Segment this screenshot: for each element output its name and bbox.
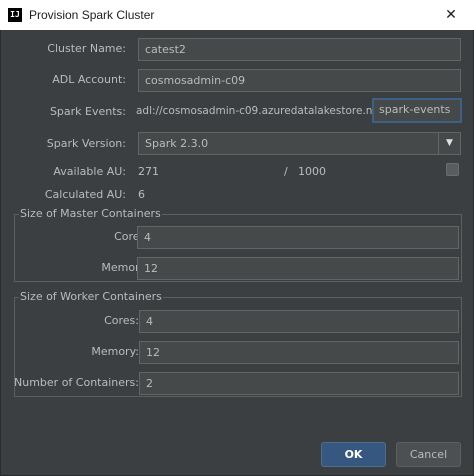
available-au-separator: / [284,165,288,178]
worker-containers-title: Size of Worker Containers [19,290,163,303]
close-icon[interactable]: ✕ [428,0,474,30]
spark-events-prefix: adl://cosmosadmin-c09.azuredatalakestore… [136,105,387,117]
provision-dialog: Cluster Name: catest2 ADL Account: cosmo… [0,30,474,476]
cluster-name-label: Cluster Name: [47,42,126,55]
chevron-down-icon[interactable]: ▼ [438,133,460,154]
available-au-value: 271 [138,165,159,178]
master-containers-title: Size of Master Containers [19,207,162,220]
master-memory-field[interactable]: 12 [137,257,459,280]
worker-cores-label: Cores: [104,314,139,327]
worker-containers-group: Size of Worker Containers Cores: 4 Memor… [14,290,462,397]
available-au-total: 1000 [298,165,326,178]
adl-account-field[interactable]: cosmosadmin-c09 [138,69,461,92]
ok-button[interactable]: OK [321,442,386,467]
adl-account-label: ADL Account: [52,73,126,86]
available-au-label: Available AU: [53,165,126,178]
calculated-au-label: Calculated AU: [44,188,126,201]
worker-cores-field[interactable]: 4 [139,310,459,333]
spark-version-value: Spark 2.3.0 [145,137,209,150]
spark-events-field[interactable]: spark-events [372,98,462,123]
spark-version-select[interactable]: Spark 2.3.0 ▼ [138,132,461,155]
intellij-app-icon: IJ [8,8,22,22]
spark-version-label: Spark Version: [46,137,126,150]
spark-events-label: Spark Events: [49,105,126,118]
worker-containers-count-label: Number of Containers: [14,376,139,389]
master-cores-field[interactable]: 4 [137,226,459,249]
cluster-name-field[interactable]: catest2 [138,38,461,61]
worker-memory-label: Memory: [91,345,139,358]
refresh-au-checkbox[interactable] [446,163,459,176]
window-title: Provision Spark Cluster [29,8,155,22]
worker-memory-field[interactable]: 12 [139,341,459,364]
title-bar: IJ Provision Spark Cluster ✕ [0,0,474,30]
calculated-au-value: 6 [138,188,145,201]
worker-containers-count-field[interactable]: 2 [139,372,459,395]
master-containers-group: Size of Master Containers Cores: 4 Memor… [14,207,462,282]
cancel-button[interactable]: Cancel [396,442,461,467]
